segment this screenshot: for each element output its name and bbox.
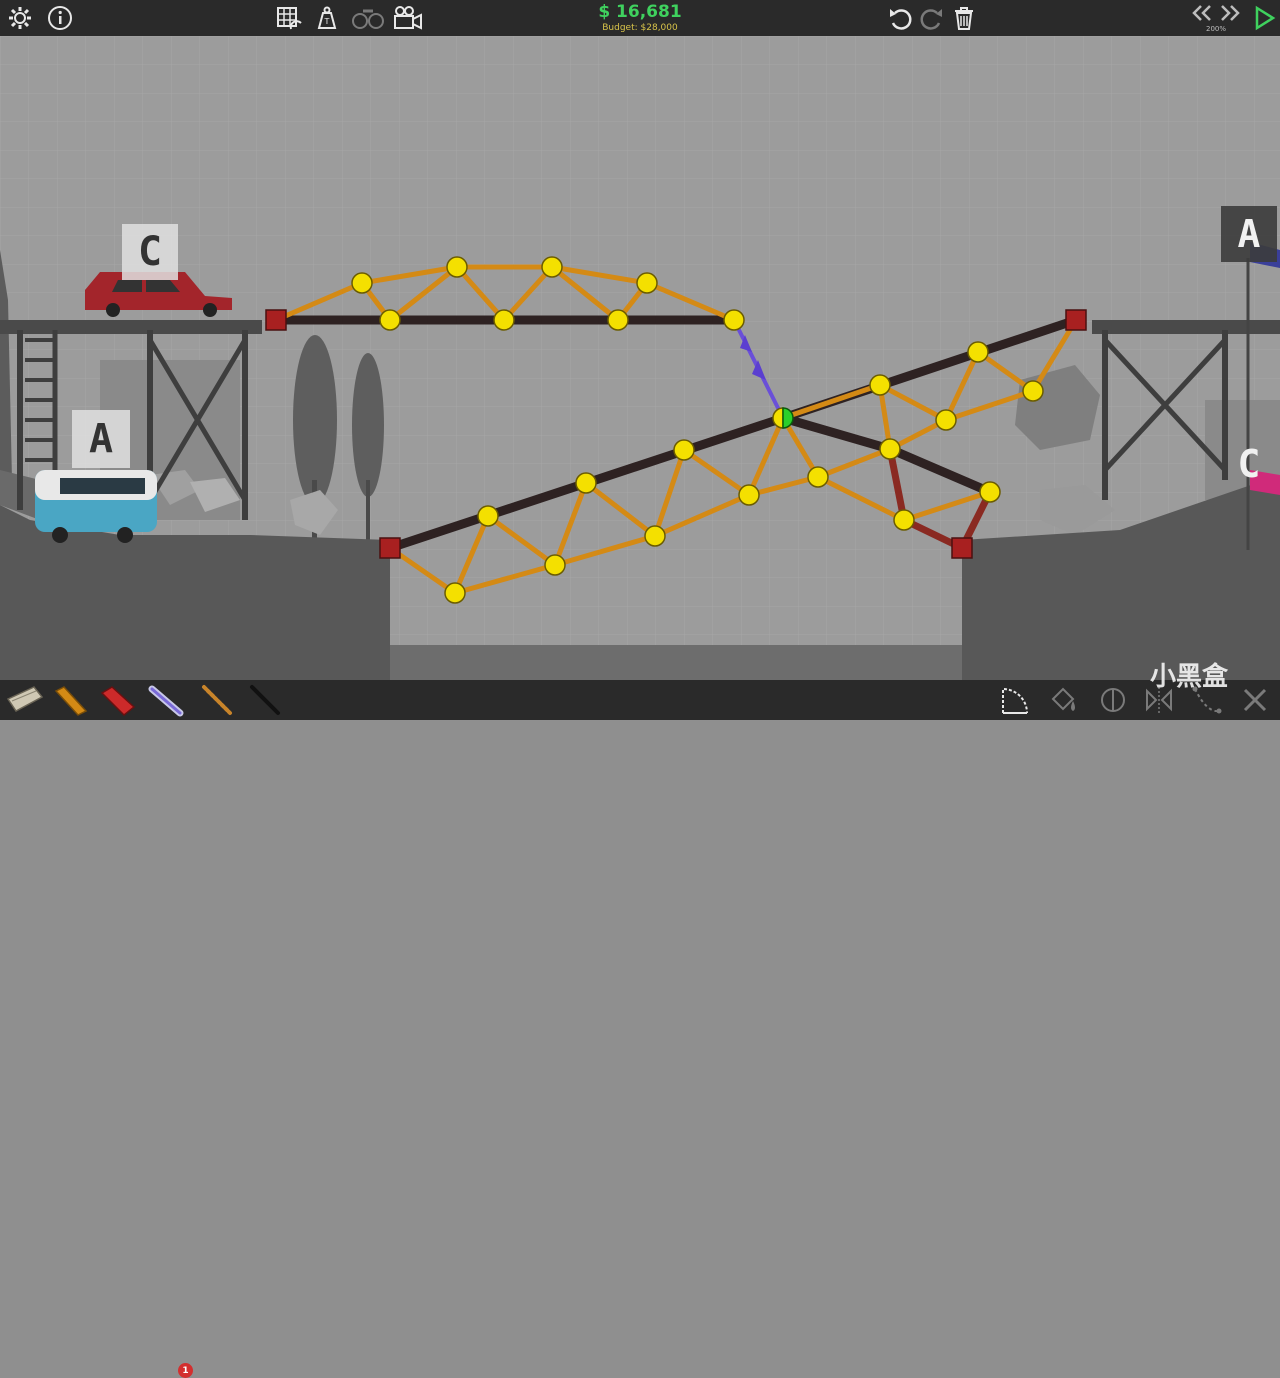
anchor-right-bottom bbox=[951, 537, 973, 559]
weight-icon[interactable]: T bbox=[312, 4, 342, 32]
budget-text: Budget: $28,000 bbox=[602, 23, 678, 33]
play-icon[interactable] bbox=[1250, 4, 1278, 32]
top-toolbar: T $ 16,681 Budget: $28,000 200% bbox=[0, 0, 1280, 36]
cable-material[interactable] bbox=[244, 682, 284, 718]
watermark-text: 小黑盒 bbox=[1150, 662, 1229, 692]
binoculars-icon[interactable] bbox=[350, 4, 386, 32]
grid-icon[interactable] bbox=[274, 4, 304, 32]
flag-label-c: C bbox=[1237, 442, 1261, 486]
redo-icon[interactable] bbox=[918, 4, 946, 32]
trash-icon[interactable] bbox=[950, 4, 978, 32]
flag-label-a: A bbox=[1221, 206, 1277, 262]
svg-text:T: T bbox=[324, 17, 330, 26]
paint-icon[interactable] bbox=[1046, 682, 1080, 718]
undo-icon[interactable] bbox=[886, 4, 914, 32]
split-joint[interactable] bbox=[772, 407, 794, 429]
close-icon[interactable] bbox=[1238, 682, 1272, 718]
camera-icon[interactable] bbox=[392, 4, 424, 32]
fast-forward-icon[interactable] bbox=[1218, 2, 1242, 24]
rope-material[interactable] bbox=[196, 682, 236, 718]
car-label-c: C bbox=[122, 224, 178, 280]
anchor-left-bottom bbox=[379, 537, 401, 559]
hydraulics-count-badge: 1 bbox=[178, 1363, 193, 1378]
wood-material[interactable] bbox=[50, 682, 90, 718]
arc-tool-icon[interactable] bbox=[998, 682, 1032, 718]
info-icon[interactable] bbox=[46, 4, 74, 32]
anchor-left-top bbox=[265, 309, 287, 331]
van-label-a: A bbox=[72, 410, 130, 468]
sim-speed-text: 200% bbox=[1205, 25, 1226, 33]
hydraulics-material[interactable] bbox=[146, 682, 186, 718]
gear-icon[interactable] bbox=[6, 4, 34, 32]
steel-material[interactable] bbox=[98, 682, 138, 718]
material-bar: 1 bbox=[0, 680, 1280, 1378]
road-material[interactable] bbox=[4, 682, 44, 718]
rewind-icon[interactable] bbox=[1190, 2, 1214, 24]
money-remaining: $ 16,681 bbox=[598, 2, 682, 22]
split-joint-icon[interactable] bbox=[1096, 682, 1130, 718]
game-scene[interactable] bbox=[0, 0, 1280, 720]
anchor-right-top bbox=[1065, 309, 1087, 331]
